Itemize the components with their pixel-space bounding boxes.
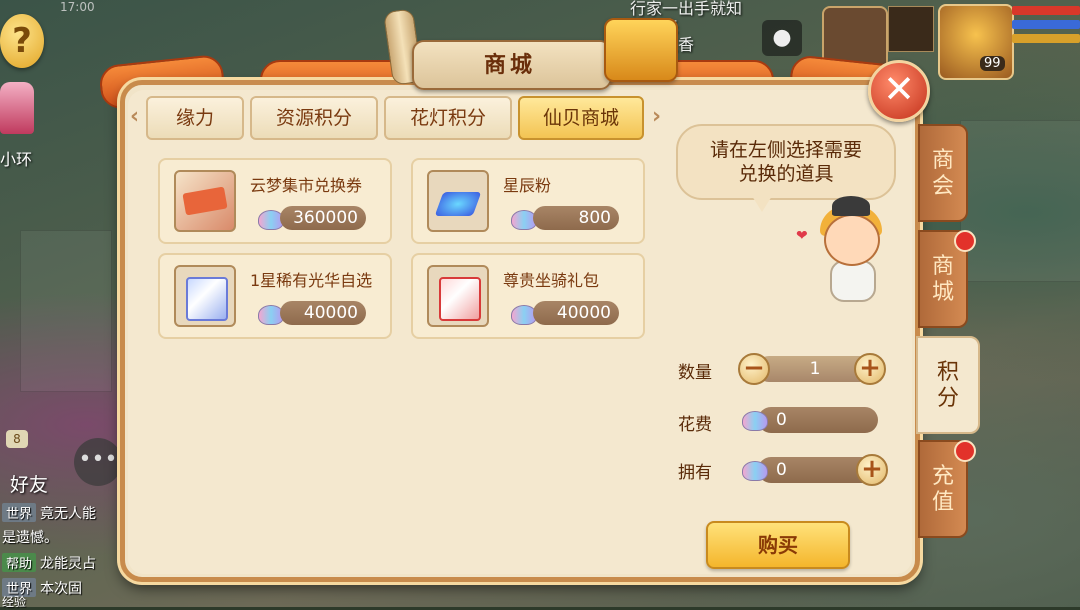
- quantity-label: 数量: [678, 363, 712, 383]
- mascot-body: [830, 260, 876, 302]
- page-title: 商城: [483, 52, 536, 78]
- chat-text: 本次固: [40, 581, 83, 597]
- npc-name: 小环: [0, 150, 33, 169]
- npc-avatar[interactable]: [0, 82, 34, 134]
- chat-bubble-icon[interactable]: •••: [74, 438, 122, 486]
- mascot-character: [818, 196, 888, 302]
- treasure-chest-icon: [604, 18, 678, 82]
- scene-pillar: [20, 230, 112, 392]
- tab-yuanli[interactable]: 缘力: [146, 96, 244, 140]
- mascot-hat: [832, 196, 870, 216]
- status-time: 17:00: [60, 0, 95, 14]
- item-price: 40000: [280, 301, 366, 325]
- shop-item[interactable]: 云梦集市兑换券 360000: [158, 158, 392, 244]
- tab-lantern-points[interactable]: 花灯积分: [384, 96, 512, 140]
- mp-bar: [1012, 20, 1080, 29]
- cost-label: 花费: [678, 415, 712, 435]
- owned-label: 拥有: [678, 463, 712, 483]
- tab-xianbei-shop[interactable]: 仙贝商城: [518, 96, 644, 140]
- chat-channel: 世界: [2, 503, 37, 522]
- player-status-bars: [1012, 6, 1080, 48]
- item-name: 1星稀有光华自选: [250, 271, 373, 290]
- shop-item[interactable]: 1星稀有光华自选 40000: [158, 253, 392, 339]
- shop-item[interactable]: 星辰粉 800: [411, 158, 645, 244]
- item-name: 尊贵坐骑礼包: [503, 271, 600, 290]
- red-gift-icon: [427, 265, 489, 327]
- blue-gift-icon: [174, 265, 236, 327]
- quantity-plus-button[interactable]: +: [854, 353, 886, 385]
- shell-currency-icon: [742, 411, 768, 431]
- item-price: 40000: [533, 301, 619, 325]
- shop-item[interactable]: 尊贵坐骑礼包 40000: [411, 253, 645, 339]
- hint-speech-bubble: 请在左侧选择需要 兑换的道具: [676, 124, 896, 200]
- speech-bubble-tail: [752, 196, 772, 212]
- chat-line[interactable]: 世界 竟无人能: [2, 503, 96, 523]
- friend-count-badge: 8: [6, 430, 28, 448]
- close-button[interactable]: ✕: [868, 60, 930, 122]
- cost-value: 0: [758, 407, 878, 433]
- side-tab-points[interactable]: 积 分: [916, 336, 980, 434]
- scene-building: [960, 120, 1080, 282]
- chat-text: 龙能灵占: [40, 556, 97, 572]
- player-level-badge: 99: [980, 56, 1005, 71]
- ticket-icon: [174, 170, 236, 232]
- heart-icon: ❤: [796, 228, 808, 244]
- star-dust-icon: [427, 170, 489, 232]
- tab-resource-points[interactable]: 资源积分: [250, 96, 378, 140]
- notification-dot: [954, 440, 976, 462]
- shell-currency-icon: [742, 461, 768, 481]
- item-price: 360000: [280, 206, 366, 230]
- chat-text: 竟无人能: [40, 506, 97, 522]
- help-question-icon[interactable]: ?: [0, 14, 44, 68]
- item-name: 云梦集市兑换券: [250, 176, 363, 195]
- chat-line[interactable]: 是遗憾。: [2, 527, 58, 547]
- tab-scroll-left-icon[interactable]: ‹: [130, 104, 139, 129]
- quantity-minus-button[interactable]: −: [738, 353, 770, 385]
- add-currency-button[interactable]: +: [856, 454, 888, 486]
- chat-channel: 帮助: [2, 553, 37, 572]
- hp-bar: [1012, 6, 1080, 15]
- notification-dot: [954, 230, 976, 252]
- mascot-head: [824, 214, 880, 266]
- item-price: 800: [533, 206, 619, 230]
- pet-status-bars: [888, 6, 934, 52]
- chat-line: 经验: [2, 593, 26, 610]
- energy-bar: [1012, 34, 1080, 43]
- tab-scroll-right-icon[interactable]: ›: [652, 104, 661, 129]
- chat-text: 是遗憾。: [2, 530, 58, 546]
- buy-button[interactable]: 购买: [706, 521, 850, 569]
- camera-icon[interactable]: ●: [762, 20, 802, 56]
- chat-line[interactable]: 帮助 龙能灵占: [2, 553, 96, 573]
- friends-button[interactable]: 好友: [10, 470, 48, 497]
- item-name: 星辰粉: [503, 176, 552, 195]
- side-tab-guild-shop[interactable]: 商 会: [918, 124, 968, 222]
